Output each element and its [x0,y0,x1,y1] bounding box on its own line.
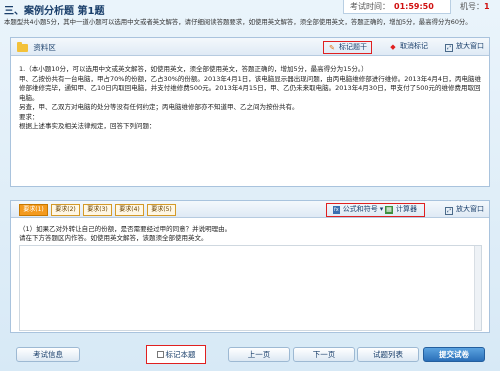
prev-page-button[interactable]: 上一页 [228,347,290,362]
question-prompt: （1）如果乙对外转让自己的份额，是否需要经过甲的同意？并说明理由。 [19,225,232,233]
tab-requirement-1[interactable]: 要求(1) [19,204,48,216]
question-text: （1）如果乙对外转让自己的份额，是否需要经过甲的同意？并说明理由。 请在下方答题… [19,225,483,243]
mark-stem-button[interactable]: ✎ 标记题干 [323,41,372,54]
tab-requirement-5[interactable]: 要求(5) [147,204,176,216]
tab-requirement-3[interactable]: 要求(3) [83,204,112,216]
mark-question-checkbox[interactable]: 标记本题 [148,349,204,362]
checkbox-icon [156,351,164,358]
timer-label: 考试时间： [350,2,390,11]
resource-paragraph: 另查，甲、乙双方对电脑的处分等没有任何约定；丙电脑维修部亦不知道甲、乙之间为按份… [19,103,299,111]
exam-timer: 考试时间： 01:59:50 [343,0,451,14]
expand-icon: ⤢ [445,207,453,215]
cancel-mark-icon: ◆ [390,43,396,51]
section-intro: 本题型共4小题5分，其中一道小题可以选用中文或者英文解答，请仔细阅读答题要求，如… [4,18,472,26]
section-title: 三、案例分析题 第1题 [4,6,105,17]
exam-info-button[interactable]: 考试信息 [16,347,80,362]
machine-number: 机号：1 [460,1,490,12]
folder-icon [17,42,28,52]
resource-panel: 资料区 ✎ 标记题干 ◆ 取消标记 ⤢ 放大窗口 1.（本小题10分，可以选用中文或英… [10,37,490,187]
tab-requirement-4[interactable]: 要求(4) [115,204,144,216]
formula-icon: fx [333,206,340,214]
next-page-button[interactable]: 下一页 [293,347,355,362]
machine-label: 机号： [460,2,484,11]
resource-content: 1.（本小题10分，可以选用中文或英文解答，如使用英文，须全部使用英文，答题正确… [19,65,483,132]
question-list-button[interactable]: 试题列表 [357,347,419,362]
resource-paragraph: 1.（本小题10分，可以选用中文或英文解答，如使用英文，须全部使用英文，答题正确… [19,65,368,73]
tab-requirement-2[interactable]: 要求(2) [51,204,80,216]
answer-toolbar: 要求(1) 要求(2) 要求(3) 要求(4) 要求(5) fx 公式和符号 ▾ ▦… [11,201,489,218]
resource-paragraph: 要求： [19,112,39,121]
resource-paragraph: 根据上述事实及相关法律规定，回答下列问题： [19,122,156,130]
calculator-button[interactable]: ▦ 计算器 [381,204,421,217]
mark-stem-label: 标记题干 [339,43,367,51]
calculator-icon: ▦ [385,206,393,214]
cancel-mark-button[interactable]: ◆ 取消标记 [385,41,432,54]
mark-question-label: 标记本题 [165,350,196,359]
expand-icon: ⤢ [445,44,453,52]
formula-label: 公式和符号 [342,205,378,213]
expand-answer-label: 放大窗口 [456,205,484,213]
answer-instruction: 请在下方答题区内作答。如使用英文解答，该题须全部使用英文。 [19,234,208,242]
formula-button[interactable]: fx 公式和符号 ▾ [329,204,387,217]
calculator-label: 计算器 [396,205,417,213]
answer-scrollbar[interactable] [474,246,481,330]
submit-exam-button[interactable]: 提交试卷 [423,347,485,362]
resource-title-label: 资料区 [33,43,56,52]
expand-resource-button[interactable]: ⤢ 放大窗口 [441,41,488,54]
resource-paragraph: 甲、乙按份共有一台电脑，甲占70%的份额，乙占30%的份额。2013年4月1日，… [19,74,482,102]
expand-answer-button[interactable]: ⤢ 放大窗口 [441,204,488,217]
answer-textarea[interactable] [19,245,482,331]
pencil-icon: ✎ [329,44,335,52]
resource-toolbar: 资料区 ✎ 标记题干 ◆ 取消标记 ⤢ 放大窗口 [11,38,489,56]
machine-value: 1 [484,2,490,11]
cancel-mark-label: 取消标记 [400,42,428,50]
expand-resource-label: 放大窗口 [456,42,484,50]
timer-value: 01:59:50 [394,2,434,11]
answer-panel: 要求(1) 要求(2) 要求(3) 要求(4) 要求(5) fx 公式和符号 ▾ ▦… [10,200,490,333]
resource-title: 资料区 [17,42,56,53]
